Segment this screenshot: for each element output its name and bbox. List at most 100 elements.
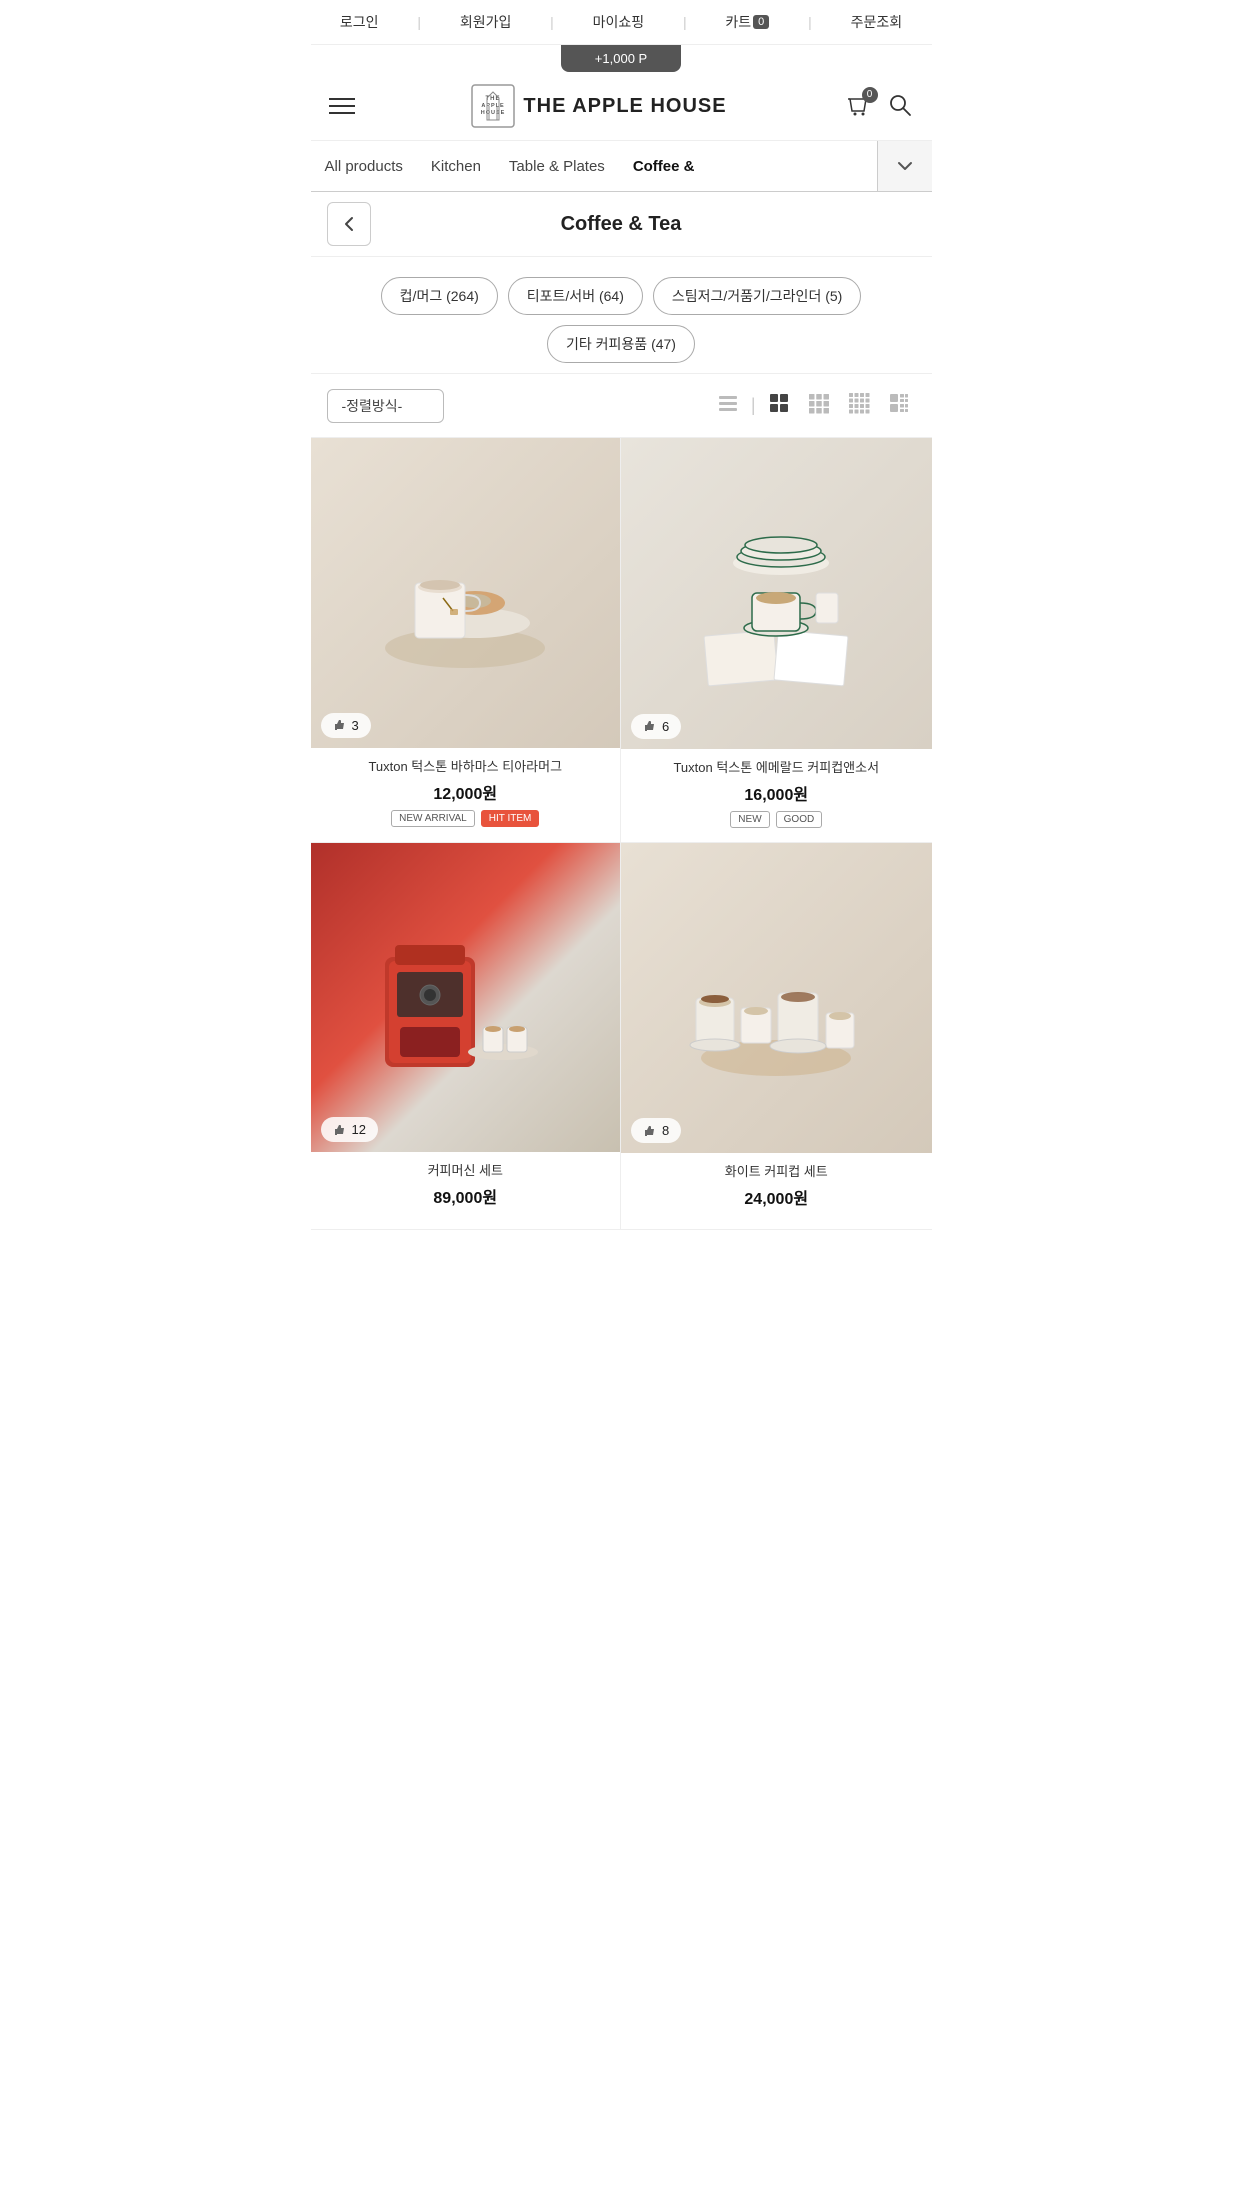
- product-illustration-4: [676, 898, 876, 1098]
- product-price-2: 16,000원: [633, 781, 920, 805]
- like-count-2: 6: [662, 719, 669, 734]
- like-count-3: 12: [352, 1122, 366, 1137]
- product-info-3: 커피머신 세트 89,000원: [311, 1152, 621, 1228]
- product-price-1: 12,000원: [323, 780, 609, 804]
- view-mixed-button[interactable]: [882, 388, 916, 423]
- nav-divider-4: |: [808, 14, 812, 30]
- product-image-2: 6: [621, 438, 932, 749]
- category-kitchen[interactable]: Kitchen: [417, 142, 495, 191]
- mixed-view-icon: [888, 392, 910, 414]
- like-badge-4[interactable]: 8: [631, 1118, 681, 1143]
- nav-divider-3: |: [683, 14, 687, 30]
- category-table-plates[interactable]: Table & Plates: [495, 142, 619, 191]
- search-icon: [886, 91, 914, 119]
- product-name-1: Tuxton 턱스톤 바하마스 티아라머그: [323, 758, 609, 776]
- view-grid3-button[interactable]: [802, 388, 836, 423]
- product-tags-2: NEW GOOD: [633, 811, 920, 828]
- grid4-view-icon: [848, 392, 870, 414]
- product-image-1: 3: [311, 438, 621, 748]
- product-grid: 3 Tuxton 턱스톤 바하마스 티아라머그 12,000원 NEW ARRI…: [311, 438, 932, 1230]
- filter-tag-cup[interactable]: 컵/머그 (264): [381, 277, 498, 315]
- site-logo[interactable]: THE APPLE HOUSE THE APPLE HOUSE: [471, 84, 726, 128]
- nav-divider-2: |: [550, 14, 554, 30]
- filter-section: 컵/머그 (264) 티포트/서버 (64) 스팀저그/거품기/그라인더 (5)…: [311, 257, 932, 374]
- cart-link[interactable]: 카트 0: [725, 12, 769, 32]
- product-card-3[interactable]: 12 커피머신 세트 89,000원: [311, 843, 622, 1231]
- category-coffee[interactable]: Coffee &: [619, 142, 709, 191]
- like-badge-3[interactable]: 12: [321, 1117, 378, 1142]
- like-badge-2[interactable]: 6: [631, 714, 681, 739]
- login-link[interactable]: 로그인: [340, 12, 379, 32]
- nav-divider-1: |: [417, 14, 421, 30]
- header-right: 0: [844, 91, 914, 122]
- header-cart-count: 0: [862, 87, 878, 103]
- site-header: THE APPLE HOUSE THE APPLE HOUSE 0: [311, 72, 932, 141]
- product-card-1[interactable]: 3 Tuxton 턱스톤 바하마스 티아라머그 12,000원 NEW ARRI…: [311, 438, 622, 843]
- thumbs-up-icon-2: [643, 719, 657, 733]
- search-button[interactable]: [886, 91, 914, 122]
- svg-text:HOUSE: HOUSE: [481, 110, 506, 116]
- product-price-4: 24,000원: [633, 1185, 920, 1209]
- product-image-4: 8: [621, 843, 932, 1154]
- thumbs-up-icon-1: [333, 718, 347, 732]
- category-navigation: All products Kitchen Table & Plates Coff…: [311, 141, 932, 192]
- like-count-4: 8: [662, 1123, 669, 1138]
- product-price-3: 89,000원: [323, 1184, 609, 1208]
- product-tag-new-2: NEW: [730, 811, 769, 828]
- view-list-button[interactable]: [711, 388, 745, 423]
- product-card-4[interactable]: 8 화이트 커피컵 세트 24,000원: [621, 843, 932, 1231]
- product-tag-good-2: GOOD: [776, 811, 823, 828]
- product-scene-2: [621, 438, 932, 749]
- product-image-3: 12: [311, 843, 621, 1153]
- product-illustration-2: [676, 493, 876, 693]
- category-all-products[interactable]: All products: [311, 142, 417, 191]
- hamburger-line-3: [329, 112, 355, 114]
- product-tags-1: NEW ARRIVAL HIT ITEM: [323, 810, 609, 827]
- points-notification: +1,000 P: [561, 45, 681, 72]
- thumbs-up-icon-4: [643, 1124, 657, 1138]
- product-info-1: Tuxton 턱스톤 바하마스 티아라머그 12,000원 NEW ARRIVA…: [311, 748, 621, 841]
- product-name-4: 화이트 커피컵 세트: [633, 1163, 920, 1181]
- filter-tag-other[interactable]: 기타 커피용품 (47): [547, 325, 695, 363]
- logo-text: THE APPLE HOUSE: [523, 95, 726, 118]
- product-card-2[interactable]: 6 Tuxton 턱스톤 에메랄드 커피컵앤소서 16,000원 NEW GOO…: [621, 438, 932, 843]
- sort-select[interactable]: -정렬방식- 낮은가격순 높은가격순 신상품순: [327, 389, 444, 423]
- hamburger-menu[interactable]: [329, 98, 355, 114]
- top-navigation: 로그인 | 회원가입 | 마이쇼핑 | 카트 0 | 주문조회: [311, 0, 932, 45]
- view-options: |: [711, 388, 916, 423]
- orders-link[interactable]: 주문조회: [851, 12, 903, 32]
- grid3-view-icon: [808, 392, 830, 414]
- product-info-4: 화이트 커피컵 세트 24,000원: [621, 1153, 932, 1229]
- header-cart-button[interactable]: 0: [844, 91, 872, 122]
- chevron-down-icon: [894, 155, 916, 177]
- controls-bar: -정렬방식- 낮은가격순 높은가격순 신상품순 |: [311, 374, 932, 438]
- sort-wrapper: -정렬방식- 낮은가격순 높은가격순 신상품순: [327, 389, 444, 423]
- hamburger-line-1: [329, 98, 355, 100]
- product-name-2: Tuxton 턱스톤 에메랄드 커피컵앤소서: [633, 759, 920, 777]
- product-illustration-3: [365, 897, 565, 1097]
- back-button[interactable]: [327, 202, 371, 246]
- cart-count-badge: 0: [753, 15, 769, 29]
- view-divider: |: [751, 395, 756, 416]
- svg-text:APPLE: APPLE: [482, 103, 505, 109]
- category-more-button[interactable]: [877, 141, 932, 191]
- myshopping-link[interactable]: 마이쇼핑: [593, 12, 645, 32]
- product-tag-hit-1: HIT ITEM: [481, 810, 540, 827]
- like-badge-1[interactable]: 3: [321, 713, 371, 738]
- header-left: [329, 98, 355, 114]
- page-header: Coffee & Tea: [311, 192, 932, 257]
- cart-label: 카트: [725, 12, 751, 32]
- category-nav-items: All products Kitchen Table & Plates Coff…: [311, 142, 877, 191]
- apple-house-logo-icon: THE APPLE HOUSE: [471, 84, 515, 128]
- filter-tag-steam[interactable]: 스팀저그/거품기/그라인더 (5): [653, 277, 861, 315]
- product-scene-3: [311, 843, 621, 1153]
- signup-link[interactable]: 회원가입: [460, 12, 512, 32]
- like-count-1: 3: [352, 718, 359, 733]
- product-tag-new-arrival-1: NEW ARRIVAL: [391, 810, 475, 827]
- view-grid4-button[interactable]: [842, 388, 876, 423]
- filter-tag-teapot[interactable]: 티포트/서버 (64): [508, 277, 643, 315]
- view-grid2-button[interactable]: [762, 388, 796, 423]
- product-scene-1: [311, 438, 621, 748]
- product-illustration-1: [365, 493, 565, 693]
- page-title: Coffee & Tea: [387, 213, 856, 236]
